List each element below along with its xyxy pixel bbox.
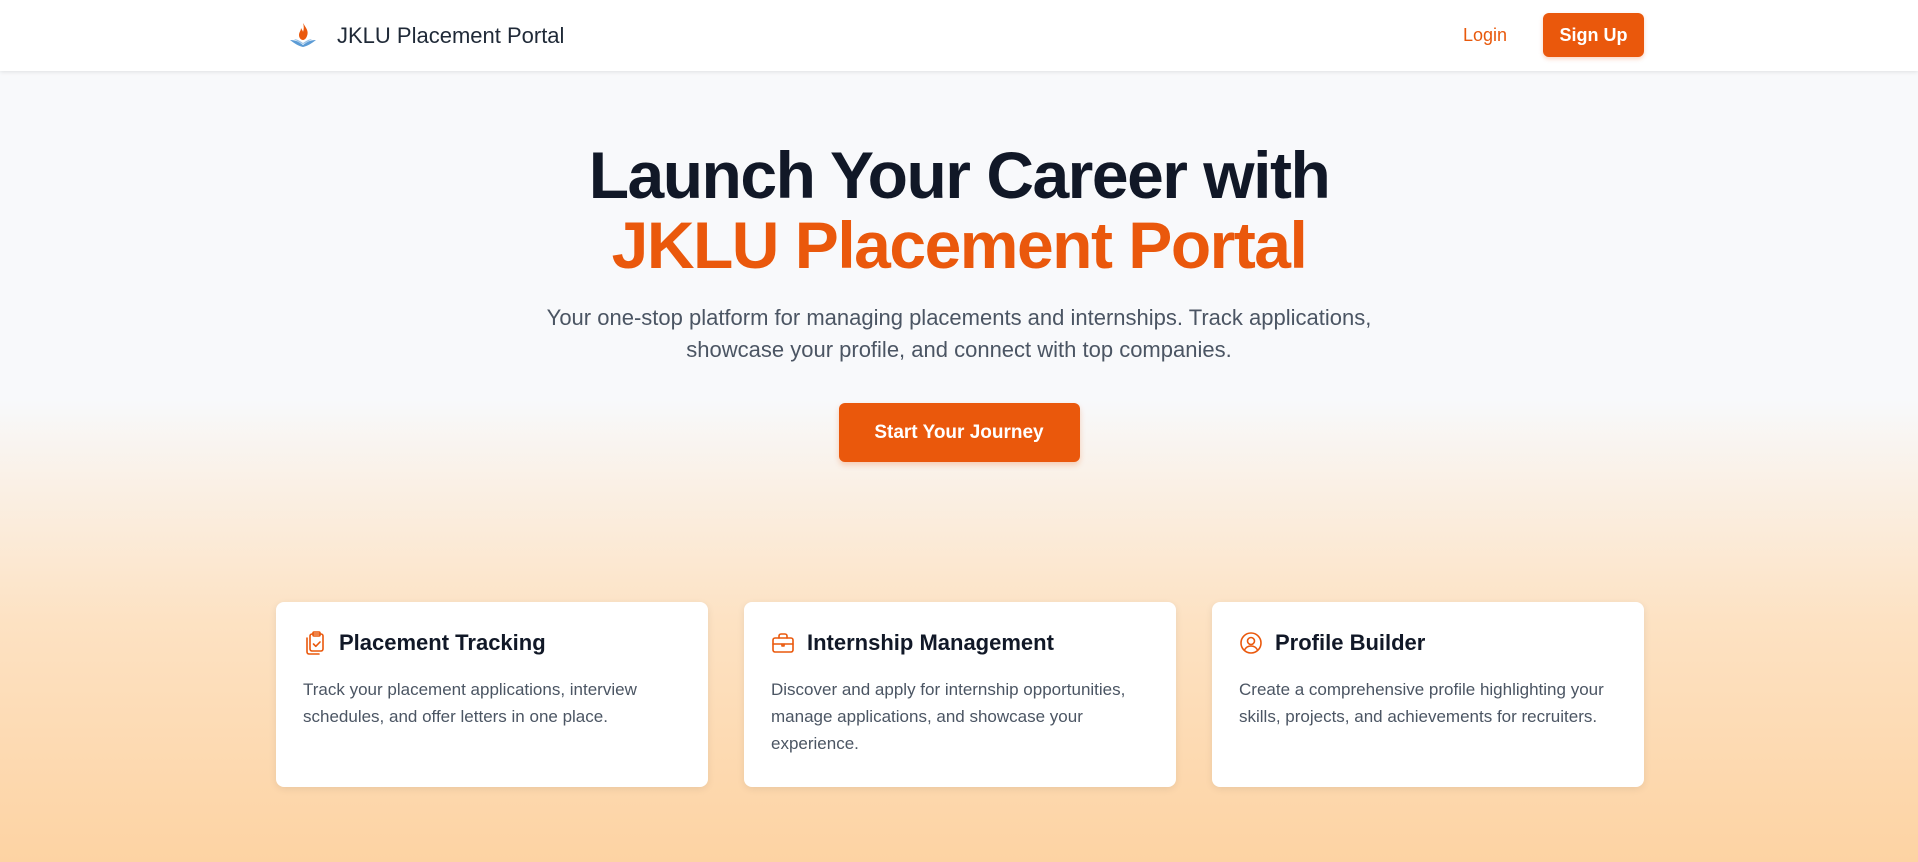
feature-card-header: Placement Tracking [303,630,681,656]
feature-title: Profile Builder [1275,630,1426,655]
feature-card-placement-tracking: Placement Tracking Track your placement … [276,602,708,787]
feature-description: Discover and apply for internship opport… [771,680,1126,753]
hero-title-line1: Launch Your Career with [588,138,1331,212]
signup-button[interactable]: Sign Up [1543,13,1644,57]
hero-section: Launch Your Career with JKLU Placement P… [0,140,1918,462]
top-navbar: JKLU Placement Portal Login Sign Up [0,0,1918,71]
nav-actions: Login Sign Up [1463,13,1644,57]
feature-card-internship-management: Internship Management Discover and apply… [744,602,1176,787]
flame-logo-icon [287,20,319,52]
feature-title: Placement Tracking [339,630,546,655]
user-circle-icon [1239,631,1263,655]
brand-title: JKLU Placement Portal [337,22,565,48]
briefcase-icon [771,631,795,655]
hero-subtitle: Your one-stop platform for managing plac… [546,305,1372,362]
start-journey-button[interactable]: Start Your Journey [838,403,1080,462]
hero-title-line2: JKLU Placement Portal [611,208,1308,282]
feature-card-profile-builder: Profile Builder Create a comprehensive p… [1212,602,1644,787]
feature-description: Create a comprehensive profile highlight… [1239,680,1604,726]
feature-description: Track your placement applications, inter… [303,680,637,726]
features-grid: Placement Tracking Track your placement … [276,602,1644,787]
login-link[interactable]: Login [1463,25,1507,46]
feature-title: Internship Management [807,630,1054,655]
feature-card-header: Profile Builder [1239,630,1617,656]
brand[interactable]: JKLU Placement Portal [287,0,564,71]
feature-card-header: Internship Management [771,630,1149,656]
clipboard-check-icon [303,631,327,655]
